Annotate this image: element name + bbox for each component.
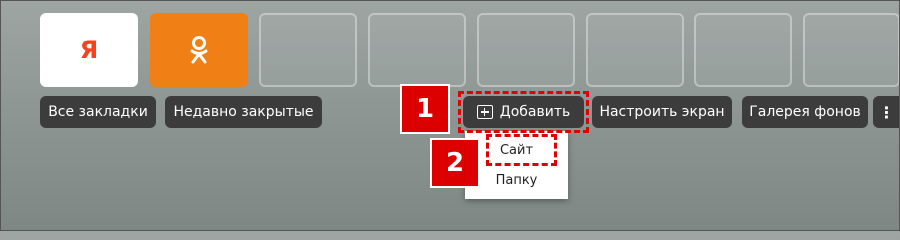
menu-item-folder[interactable]: Папку — [465, 173, 568, 188]
backgrounds-gallery-button[interactable]: Галерея фонов — [742, 96, 868, 128]
empty-tile-slot[interactable] — [259, 13, 357, 87]
more-vertical-icon: ⋮ — [878, 102, 895, 122]
recently-closed-button[interactable]: Недавно закрытые — [165, 96, 322, 128]
step-1-label: 1 — [415, 94, 435, 124]
yandex-logo-icon: Я — [79, 36, 99, 64]
add-button-highlight — [458, 91, 589, 133]
all-bookmarks-label: Все закладки — [48, 104, 148, 120]
empty-tile-slot[interactable] — [586, 13, 684, 87]
empty-tile-slot[interactable] — [368, 13, 466, 87]
empty-tile-slot[interactable] — [694, 13, 792, 87]
empty-tile-slot[interactable] — [803, 13, 900, 87]
step-2-label: 2 — [445, 148, 465, 178]
site-item-highlight — [486, 134, 557, 166]
empty-tile-slot[interactable] — [477, 13, 575, 87]
backgrounds-gallery-label: Галерея фонов — [749, 104, 861, 120]
odnoklassniki-logo-icon — [190, 36, 208, 64]
all-bookmarks-button[interactable]: Все закладки — [40, 96, 156, 128]
yandex-tile[interactable]: Я — [40, 13, 138, 87]
odnoklassniki-tile[interactable] — [150, 13, 248, 87]
customize-screen-button[interactable]: Настроить экран — [592, 96, 732, 128]
recently-closed-label: Недавно закрытые — [173, 104, 314, 120]
step-2-badge: 2 — [432, 140, 478, 186]
step-1-badge: 1 — [402, 86, 448, 132]
customize-screen-label: Настроить экран — [599, 104, 725, 120]
more-options-button[interactable]: ⋮ — [873, 96, 900, 128]
